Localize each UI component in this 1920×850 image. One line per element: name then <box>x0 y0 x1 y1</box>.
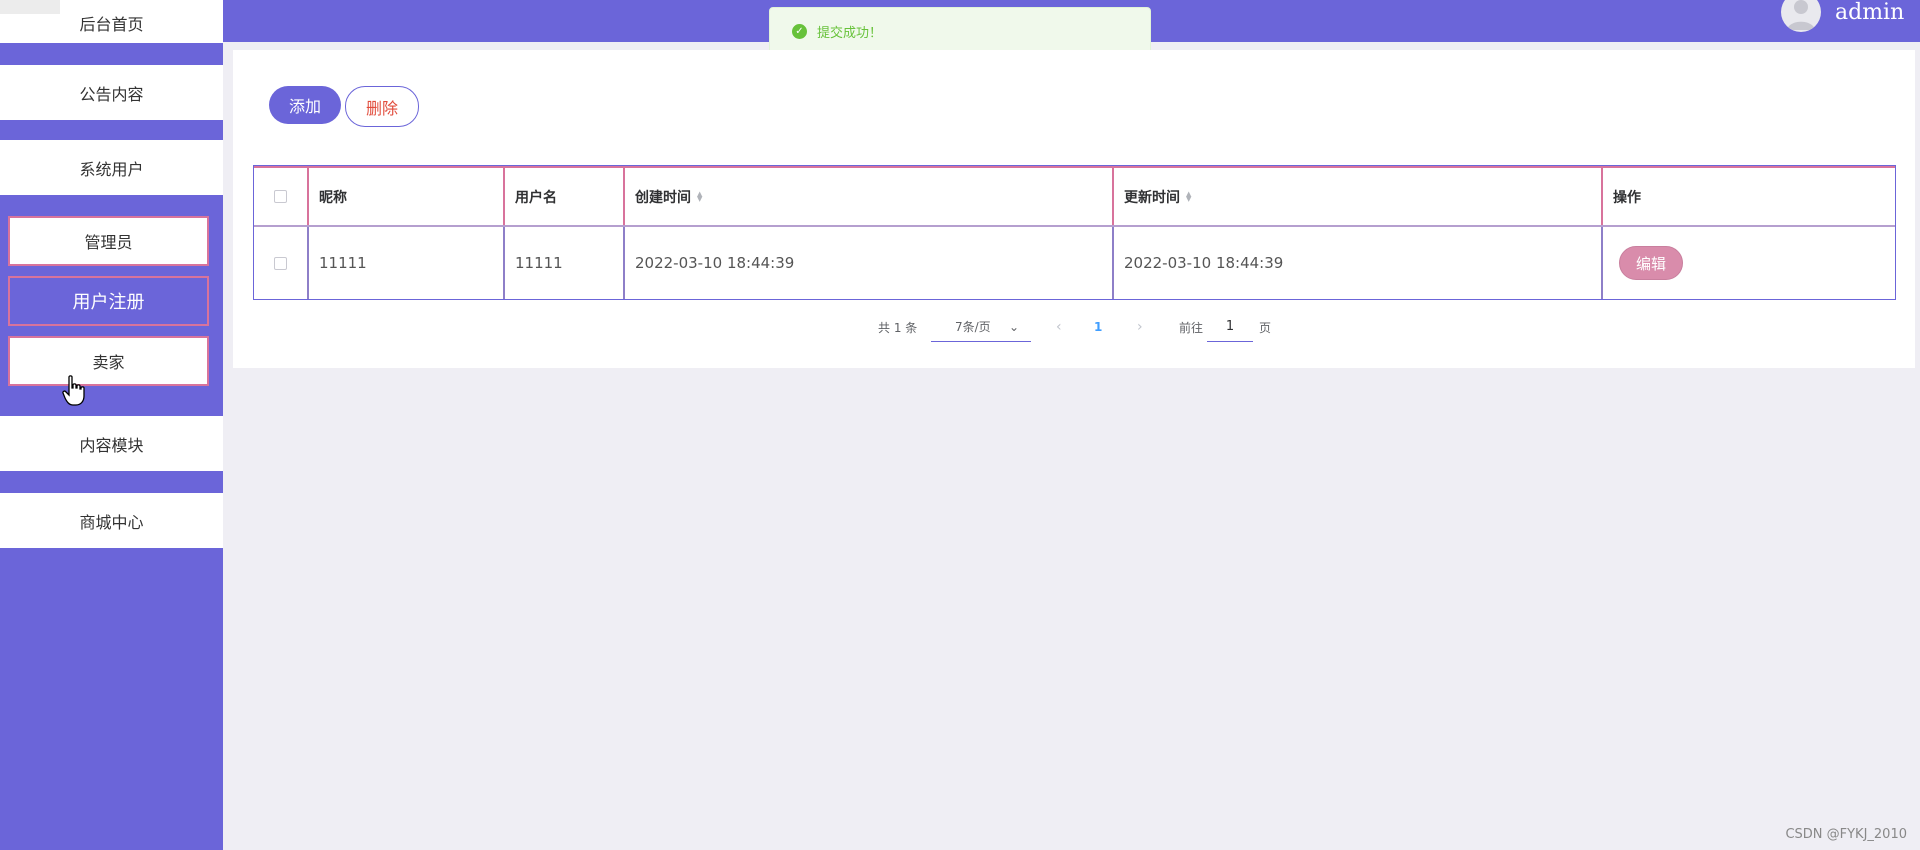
header-username: 用户名 <box>503 168 623 225</box>
sidebar-subitem-admin[interactable]: 管理员 <box>8 216 209 266</box>
users-table: 昵称 用户名 创建时间 ▲ ▼ 更新时间 ▲ ▼ 操作 11111 11111 20… <box>253 165 1896 300</box>
sidebar-item-label: 公告内容 <box>79 84 144 104</box>
header-select-all-cell <box>254 168 307 225</box>
sidebar-item-label: 内容模块 <box>79 435 144 455</box>
toast-message: 提交成功！ <box>817 25 883 41</box>
next-page-icon[interactable]: › <box>1137 312 1143 342</box>
sort-icon[interactable]: ▲ ▼ <box>1186 190 1191 202</box>
cell-created-time: 2022-03-10 18:44:39 <box>623 227 1112 299</box>
sidebar-item-label: 系统用户 <box>79 159 144 179</box>
delete-button[interactable]: 删除 <box>345 86 419 127</box>
header-updated-time-label: 更新时间 <box>1124 189 1180 206</box>
sidebar-item-label: 商城中心 <box>79 512 144 532</box>
user-avatar[interactable] <box>1781 0 1821 32</box>
sort-icon[interactable]: ▲ ▼ <box>697 190 702 202</box>
sidebar-item-home[interactable]: 后台首页 <box>0 0 223 43</box>
chevron-down-icon: ⌄ <box>1008 319 1019 334</box>
row-select-cell <box>254 227 307 299</box>
pagination-total: 共 1 条 <box>878 320 918 335</box>
hand-cursor-icon <box>62 375 85 406</box>
cell-updated-time: 2022-03-10 18:44:39 <box>1112 227 1601 299</box>
goto-page-input[interactable]: 1 <box>1207 312 1253 342</box>
page-size-select[interactable]: 7条/页 ⌄ <box>931 312 1031 342</box>
goto-suffix: 页 <box>1259 320 1272 335</box>
row-checkbox[interactable] <box>274 256 287 270</box>
sidebar: 后台首页 公告内容 系统用户 管理员 用户注册 卖家 内容模块 商城中心 <box>0 0 223 850</box>
sidebar-item-content-module[interactable]: 内容模块 <box>0 416 223 471</box>
sidebar-item-mall-center[interactable]: 商城中心 <box>0 493 223 548</box>
sidebar-subitem-seller[interactable]: 卖家 <box>8 336 209 386</box>
table-row: 11111 11111 2022-03-10 18:44:39 2022-03-… <box>254 227 1895 299</box>
table-header-row: 昵称 用户名 创建时间 ▲ ▼ 更新时间 ▲ ▼ 操作 <box>254 166 1895 227</box>
check-circle-icon: ✓ <box>792 23 807 39</box>
sidebar-item-label: 后台首页 <box>79 15 144 34</box>
goto-label: 前往 <box>1179 320 1204 335</box>
page-number[interactable]: 1 <box>1094 312 1102 342</box>
sidebar-item-announcements[interactable]: 公告内容 <box>0 65 223 120</box>
sidebar-subitem-user-registration[interactable]: 用户注册 <box>8 276 209 326</box>
page-size-value: 7条/页 <box>955 320 991 334</box>
header-created-time-label: 创建时间 <box>635 189 691 206</box>
sidebar-item-label: 用户注册 <box>72 292 145 313</box>
cell-nickname: 11111 <box>307 227 503 299</box>
sidebar-item-label: 卖家 <box>92 353 125 372</box>
content-card: 添加 删除 昵称 用户名 创建时间 ▲ ▼ 更新时间 ▲ ▼ 操作 11111 11… <box>233 50 1915 368</box>
header-created-time[interactable]: 创建时间 ▲ ▼ <box>623 168 1112 225</box>
header-actions: 操作 <box>1601 168 1897 225</box>
success-toast: ✓ 提交成功！ <box>769 7 1151 55</box>
cell-username: 11111 <box>503 227 623 299</box>
edit-button[interactable]: 编辑 <box>1619 246 1683 280</box>
watermark: CSDN @FYKJ_2010 <box>1785 827 1907 842</box>
sidebar-item-label: 管理员 <box>84 233 133 252</box>
user-icon <box>1787 0 1815 30</box>
add-button[interactable]: 添加 <box>269 86 341 124</box>
sidebar-item-system-users[interactable]: 系统用户 <box>0 140 223 195</box>
prev-page-icon[interactable]: ‹ <box>1056 312 1062 342</box>
cell-actions: 编辑 <box>1601 227 1897 299</box>
header-username[interactable]: admin <box>1835 0 1904 25</box>
header-nickname: 昵称 <box>307 168 503 225</box>
header-updated-time[interactable]: 更新时间 ▲ ▼ <box>1112 168 1601 225</box>
sidebar-corner-tab <box>0 0 60 14</box>
select-all-checkbox[interactable] <box>274 190 287 203</box>
pagination: 共 1 条 7条/页 ⌄ ‹ 1 › 前往 1 页 <box>233 312 1915 342</box>
